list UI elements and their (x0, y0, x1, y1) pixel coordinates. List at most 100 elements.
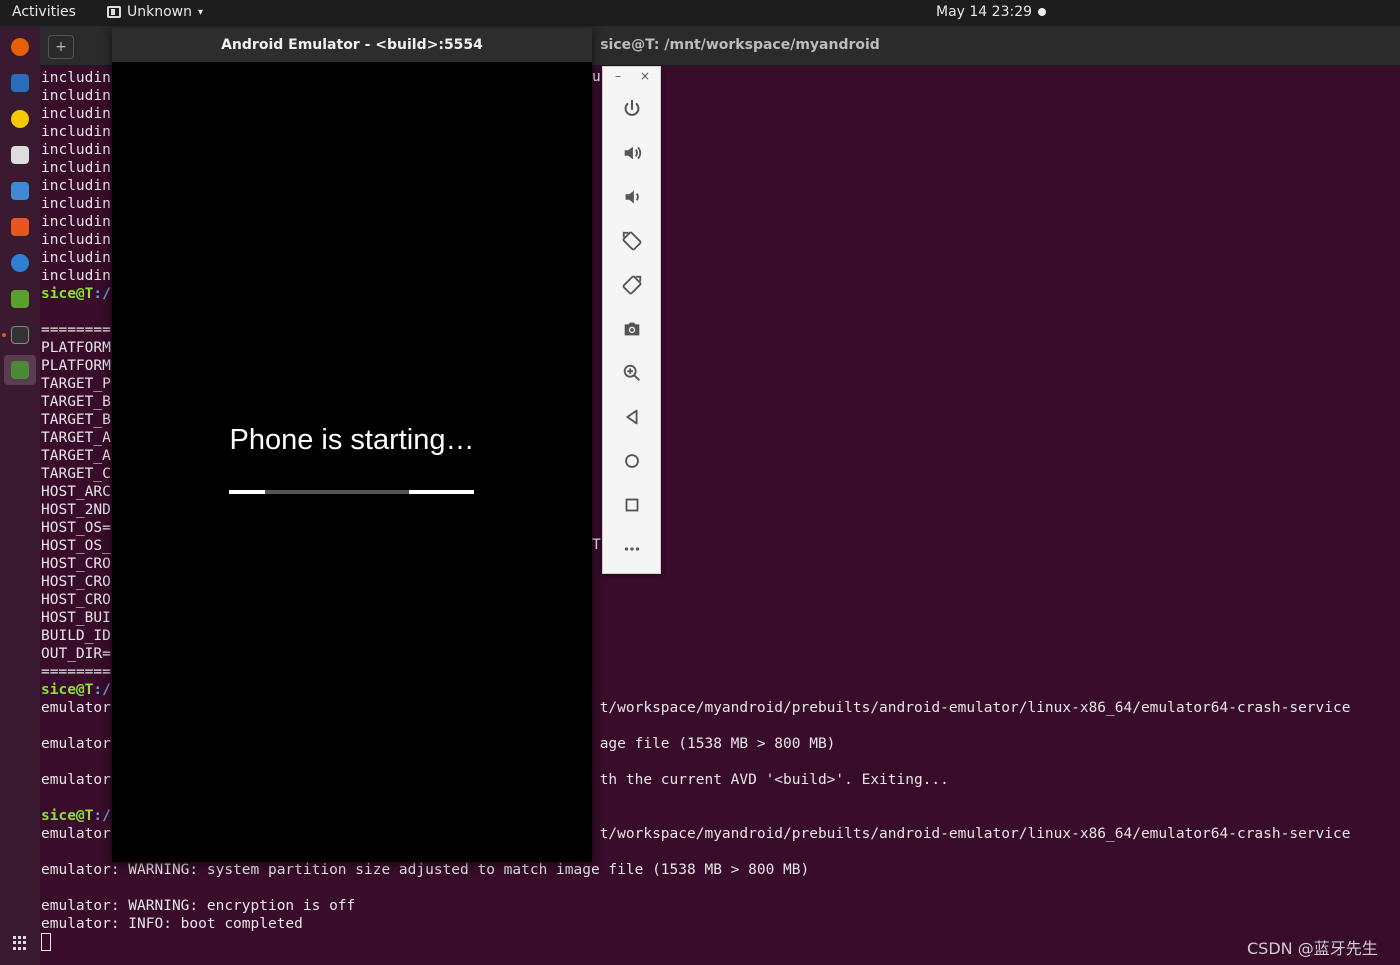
terminal-text: TARGET_A (41, 430, 111, 446)
prompt-path: :/ (93, 286, 111, 302)
rotate-right-icon (622, 275, 642, 295)
rhythmbox-icon[interactable] (11, 110, 29, 128)
terminal-text: PLATFORM (41, 340, 111, 356)
firefox-icon[interactable] (11, 38, 29, 56)
screenshot-button[interactable] (617, 314, 647, 344)
terminal-text: HOST_BUI (41, 610, 111, 626)
emulator-title: Android Emulator - <build>:5554 (112, 28, 592, 62)
terminal-text: TARGET_P (41, 376, 111, 392)
terminal-text: includin (41, 268, 111, 284)
terminal-cursor-line (41, 933, 1350, 951)
terminal-text: TARGET_A (41, 448, 111, 464)
terminal-text: TARGET_B (41, 394, 111, 410)
app-menu-label: Unknown (127, 4, 192, 20)
terminal-line: emulator: WARNING: system partition size… (41, 861, 1350, 879)
terminal-text: includin (41, 160, 111, 176)
terminal-text: includin (41, 214, 111, 230)
app-menu[interactable]: Unknown ▾ (107, 4, 203, 20)
prompt-path: :/ (93, 808, 111, 824)
terminal-text: includin (41, 250, 111, 266)
terminal-text: includin (41, 70, 111, 86)
more-button[interactable] (617, 534, 647, 564)
running-indicator-icon (2, 333, 6, 337)
notification-dot-icon (1038, 8, 1046, 16)
prompt-user: sice@T (41, 286, 94, 302)
volume-down-icon (625, 190, 639, 204)
prompt-user: sice@T (41, 808, 94, 824)
boot-progress-bar (229, 490, 474, 494)
emulator-window[interactable]: Android Emulator - <build>:5554 Phone is… (112, 28, 592, 862)
terminal-text: HOST_OS_ (41, 538, 111, 554)
terminal-text: TARGET_C (41, 466, 111, 482)
volume-down-button[interactable] (617, 182, 647, 212)
activities-button[interactable]: Activities (12, 4, 76, 20)
close-button[interactable]: × (640, 69, 650, 83)
top-bar: Activities Unknown ▾ May 14 23:29 (0, 0, 1400, 26)
terminal-text: ======== (41, 322, 111, 338)
thunderbird-icon[interactable] (11, 74, 29, 92)
show-apps-icon[interactable] (13, 936, 27, 950)
terminal-text: HOST_OS= (41, 520, 111, 536)
zoom-in-icon (623, 364, 640, 381)
writer-icon[interactable] (11, 182, 29, 200)
terminal-text: includin (41, 178, 111, 194)
more-dots-icon (624, 547, 640, 551)
terminal-text: PLATFORM (41, 358, 111, 374)
terminal-line: emulator: WARNING: encryption is off (41, 897, 1350, 915)
android-studio-icon[interactable] (11, 290, 29, 308)
boot-progress-segment (229, 490, 265, 494)
dock (0, 26, 40, 965)
terminal-text: ======== (41, 664, 111, 680)
terminal-text-fragment: u (592, 69, 601, 85)
home-circle-icon (625, 454, 639, 468)
overview-button[interactable] (617, 490, 647, 520)
terminal-text: includin (41, 196, 111, 212)
volume-up-button[interactable] (617, 138, 647, 168)
terminal-text: includin (41, 106, 111, 122)
terminal-text: BUILD_ID (41, 628, 111, 644)
terminal-text: emulator: WARNING: encryption is off (41, 898, 356, 914)
power-icon (624, 99, 640, 116)
terminal-text: HOST_2ND (41, 502, 111, 518)
rotate-left-icon (622, 231, 642, 251)
zoom-button[interactable] (617, 358, 647, 388)
terminal-text: HOST_CRO (41, 574, 111, 590)
back-button[interactable] (617, 402, 647, 432)
terminal-text: HOST_CRO (41, 556, 111, 572)
files-icon[interactable] (11, 146, 29, 164)
overview-square-icon (625, 498, 639, 512)
terminal-text: OUT_DIR= (41, 646, 111, 662)
new-tab-button[interactable]: + (48, 35, 74, 59)
terminal-text: includin (41, 232, 111, 248)
clock[interactable]: May 14 23:29 (936, 4, 1032, 20)
terminal-text: TARGET_B (41, 412, 111, 428)
prompt-user: sice@T (41, 682, 94, 698)
back-triangle-icon (626, 409, 638, 425)
terminal-text: includin (41, 124, 111, 140)
terminal-icon[interactable] (11, 326, 29, 344)
terminal-text: HOST_CRO (41, 592, 111, 608)
terminal-text: HOST_ARC (41, 484, 111, 500)
watermark: CSDN @蓝牙先生 (1247, 939, 1378, 958)
emulator-toolbar: – × (602, 66, 661, 574)
chevron-down-icon: ▾ (198, 6, 204, 18)
rotate-left-button[interactable] (617, 226, 647, 256)
power-button[interactable] (617, 94, 647, 124)
home-button[interactable] (617, 446, 647, 476)
terminal-text: includin (41, 88, 111, 104)
prompt-path: :/ (93, 682, 111, 698)
app-icon (107, 6, 121, 18)
software-icon[interactable] (11, 218, 29, 236)
emulator-icon[interactable] (11, 361, 29, 379)
boot-progress-segment (409, 490, 474, 494)
volume-up-icon (624, 146, 642, 160)
minimize-button[interactable]: – (615, 69, 621, 83)
terminal-text: includin (41, 142, 111, 158)
help-icon[interactable] (11, 254, 29, 272)
terminal-text: emulator: INFO: boot completed (41, 916, 303, 932)
camera-icon (624, 322, 640, 336)
boot-message: Phone is starting… (229, 424, 475, 456)
rotate-right-button[interactable] (617, 270, 647, 300)
terminal-line: emulator: INFO: boot completed (41, 915, 1350, 933)
